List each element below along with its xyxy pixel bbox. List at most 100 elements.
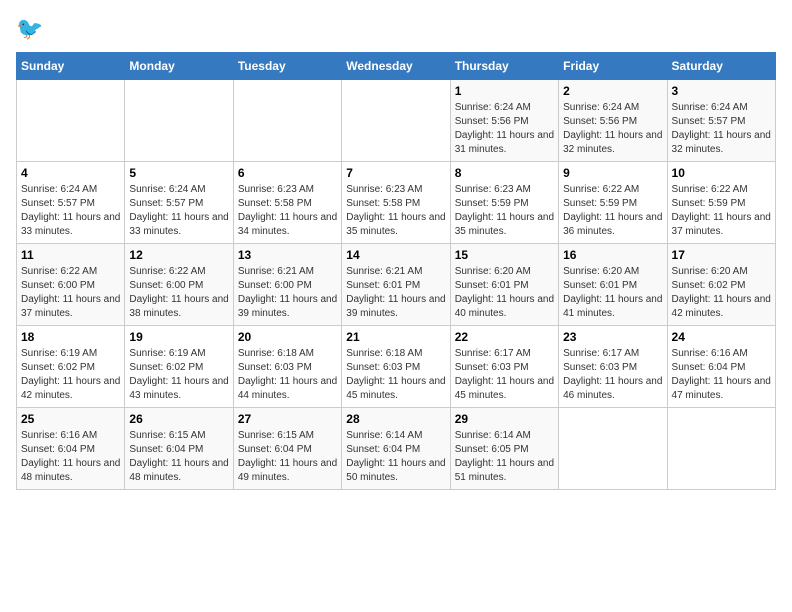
day-number: 5 (129, 166, 228, 180)
day-number: 20 (238, 330, 337, 344)
calendar-cell (233, 80, 341, 162)
calendar-week-row: 1 Sunrise: 6:24 AM Sunset: 5:56 PM Daylig… (17, 80, 776, 162)
day-info: Sunrise: 6:16 AM Sunset: 6:04 PM Dayligh… (672, 347, 771, 403)
day-info: Sunrise: 6:23 AM Sunset: 5:58 PM Dayligh… (238, 183, 337, 239)
day-info: Sunrise: 6:24 AM Sunset: 5:57 PM Dayligh… (672, 101, 771, 157)
day-info: Sunrise: 6:17 AM Sunset: 6:03 PM Dayligh… (563, 347, 662, 403)
day-info: Sunrise: 6:18 AM Sunset: 6:03 PM Dayligh… (238, 347, 337, 403)
day-number: 15 (455, 248, 554, 262)
logo: 🐦 (16, 16, 43, 42)
day-info: Sunrise: 6:19 AM Sunset: 6:02 PM Dayligh… (21, 347, 120, 403)
day-number: 22 (455, 330, 554, 344)
day-number: 16 (563, 248, 662, 262)
day-number: 27 (238, 412, 337, 426)
logo-bird-icon: 🐦 (16, 16, 43, 41)
calendar-cell: 6 Sunrise: 6:23 AM Sunset: 5:58 PM Daylig… (233, 162, 341, 244)
day-info: Sunrise: 6:18 AM Sunset: 6:03 PM Dayligh… (346, 347, 445, 403)
day-info: Sunrise: 6:24 AM Sunset: 5:56 PM Dayligh… (563, 101, 662, 157)
calendar-day-header: Friday (559, 53, 667, 80)
calendar-cell: 19 Sunrise: 6:19 AM Sunset: 6:02 PM Dayli… (125, 326, 233, 408)
day-info: Sunrise: 6:14 AM Sunset: 6:04 PM Dayligh… (346, 429, 445, 485)
calendar-cell: 22Sunrise: 6:17 AM Sunset: 6:03 PM Dayli… (450, 326, 558, 408)
calendar-cell: 28 Sunrise: 6:14 AM Sunset: 6:04 PM Dayli… (342, 408, 450, 490)
calendar-cell: 10 Sunrise: 6:22 AM Sunset: 5:59 PM Dayli… (667, 162, 775, 244)
day-info: Sunrise: 6:15 AM Sunset: 6:04 PM Dayligh… (238, 429, 337, 485)
day-number: 21 (346, 330, 445, 344)
calendar-cell: 26 Sunrise: 6:15 AM Sunset: 6:04 PM Dayli… (125, 408, 233, 490)
day-number: 4 (21, 166, 120, 180)
day-info: Sunrise: 6:23 AM Sunset: 5:59 PM Dayligh… (455, 183, 554, 239)
calendar-cell: 24 Sunrise: 6:16 AM Sunset: 6:04 PM Dayli… (667, 326, 775, 408)
calendar-cell: 20 Sunrise: 6:18 AM Sunset: 6:03 PM Dayli… (233, 326, 341, 408)
calendar-header-row: SundayMondayTuesdayWednesdayThursdayFrid… (17, 53, 776, 80)
calendar-cell (17, 80, 125, 162)
calendar-cell: 21 Sunrise: 6:18 AM Sunset: 6:03 PM Dayli… (342, 326, 450, 408)
calendar-day-header: Monday (125, 53, 233, 80)
page-header: 🐦 (16, 16, 776, 42)
calendar-cell (342, 80, 450, 162)
day-number: 17 (672, 248, 771, 262)
day-info: Sunrise: 6:14 AM Sunset: 6:05 PM Dayligh… (455, 429, 554, 485)
calendar-day-header: Thursday (450, 53, 558, 80)
day-number: 14 (346, 248, 445, 262)
calendar-cell: 9 Sunrise: 6:22 AM Sunset: 5:59 PM Daylig… (559, 162, 667, 244)
day-info: Sunrise: 6:24 AM Sunset: 5:57 PM Dayligh… (129, 183, 228, 239)
calendar-table: SundayMondayTuesdayWednesdayThursdayFrid… (16, 52, 776, 490)
calendar-cell: 23 Sunrise: 6:17 AM Sunset: 6:03 PM Dayli… (559, 326, 667, 408)
day-info: Sunrise: 6:22 AM Sunset: 6:00 PM Dayligh… (129, 265, 228, 321)
day-number: 8 (455, 166, 554, 180)
calendar-cell: 12 Sunrise: 6:22 AM Sunset: 6:00 PM Dayli… (125, 244, 233, 326)
calendar-day-header: Sunday (17, 53, 125, 80)
calendar-cell: 29Sunrise: 6:14 AM Sunset: 6:05 PM Dayli… (450, 408, 558, 490)
day-number: 6 (238, 166, 337, 180)
day-info: Sunrise: 6:15 AM Sunset: 6:04 PM Dayligh… (129, 429, 228, 485)
day-number: 1 (455, 84, 554, 98)
day-number: 28 (346, 412, 445, 426)
day-number: 26 (129, 412, 228, 426)
calendar-cell: 7Sunrise: 6:23 AM Sunset: 5:58 PM Daylig… (342, 162, 450, 244)
calendar-cell (559, 408, 667, 490)
day-number: 11 (21, 248, 120, 262)
day-number: 7 (346, 166, 445, 180)
calendar-cell: 11 Sunrise: 6:22 AM Sunset: 6:00 PM Dayli… (17, 244, 125, 326)
calendar-cell (125, 80, 233, 162)
day-number: 10 (672, 166, 771, 180)
calendar-day-header: Wednesday (342, 53, 450, 80)
calendar-week-row: 11 Sunrise: 6:22 AM Sunset: 6:00 PM Dayli… (17, 244, 776, 326)
calendar-cell: 2 Sunrise: 6:24 AM Sunset: 5:56 PM Daylig… (559, 80, 667, 162)
day-info: Sunrise: 6:20 AM Sunset: 6:01 PM Dayligh… (455, 265, 554, 321)
day-number: 23 (563, 330, 662, 344)
day-number: 25 (21, 412, 120, 426)
day-number: 3 (672, 84, 771, 98)
day-info: Sunrise: 6:21 AM Sunset: 6:01 PM Dayligh… (346, 265, 445, 321)
calendar-cell: 27 Sunrise: 6:15 AM Sunset: 6:04 PM Dayli… (233, 408, 341, 490)
day-number: 9 (563, 166, 662, 180)
calendar-cell: 5 Sunrise: 6:24 AM Sunset: 5:57 PM Daylig… (125, 162, 233, 244)
day-number: 24 (672, 330, 771, 344)
day-info: Sunrise: 6:21 AM Sunset: 6:00 PM Dayligh… (238, 265, 337, 321)
day-number: 19 (129, 330, 228, 344)
calendar-week-row: 4 Sunrise: 6:24 AM Sunset: 5:57 PM Daylig… (17, 162, 776, 244)
day-info: Sunrise: 6:24 AM Sunset: 5:57 PM Dayligh… (21, 183, 120, 239)
calendar-cell: 15 Sunrise: 6:20 AM Sunset: 6:01 PM Dayli… (450, 244, 558, 326)
day-info: Sunrise: 6:22 AM Sunset: 5:59 PM Dayligh… (672, 183, 771, 239)
calendar-cell: 18Sunrise: 6:19 AM Sunset: 6:02 PM Dayli… (17, 326, 125, 408)
day-info: Sunrise: 6:20 AM Sunset: 6:01 PM Dayligh… (563, 265, 662, 321)
day-info: Sunrise: 6:16 AM Sunset: 6:04 PM Dayligh… (21, 429, 120, 485)
day-info: Sunrise: 6:24 AM Sunset: 5:56 PM Dayligh… (455, 101, 554, 157)
calendar-cell: 16 Sunrise: 6:20 AM Sunset: 6:01 PM Dayli… (559, 244, 667, 326)
day-number: 12 (129, 248, 228, 262)
calendar-cell: 1 Sunrise: 6:24 AM Sunset: 5:56 PM Daylig… (450, 80, 558, 162)
day-number: 2 (563, 84, 662, 98)
calendar-cell (667, 408, 775, 490)
day-number: 13 (238, 248, 337, 262)
calendar-cell: 25 Sunrise: 6:16 AM Sunset: 6:04 PM Dayli… (17, 408, 125, 490)
calendar-cell: 8 Sunrise: 6:23 AM Sunset: 5:59 PM Daylig… (450, 162, 558, 244)
day-info: Sunrise: 6:19 AM Sunset: 6:02 PM Dayligh… (129, 347, 228, 403)
calendar-cell: 4 Sunrise: 6:24 AM Sunset: 5:57 PM Daylig… (17, 162, 125, 244)
calendar-cell: 14 Sunrise: 6:21 AM Sunset: 6:01 PM Dayli… (342, 244, 450, 326)
day-info: Sunrise: 6:22 AM Sunset: 5:59 PM Dayligh… (563, 183, 662, 239)
calendar-cell: 13 Sunrise: 6:21 AM Sunset: 6:00 PM Dayli… (233, 244, 341, 326)
day-info: Sunrise: 6:22 AM Sunset: 6:00 PM Dayligh… (21, 265, 120, 321)
calendar-day-header: Saturday (667, 53, 775, 80)
